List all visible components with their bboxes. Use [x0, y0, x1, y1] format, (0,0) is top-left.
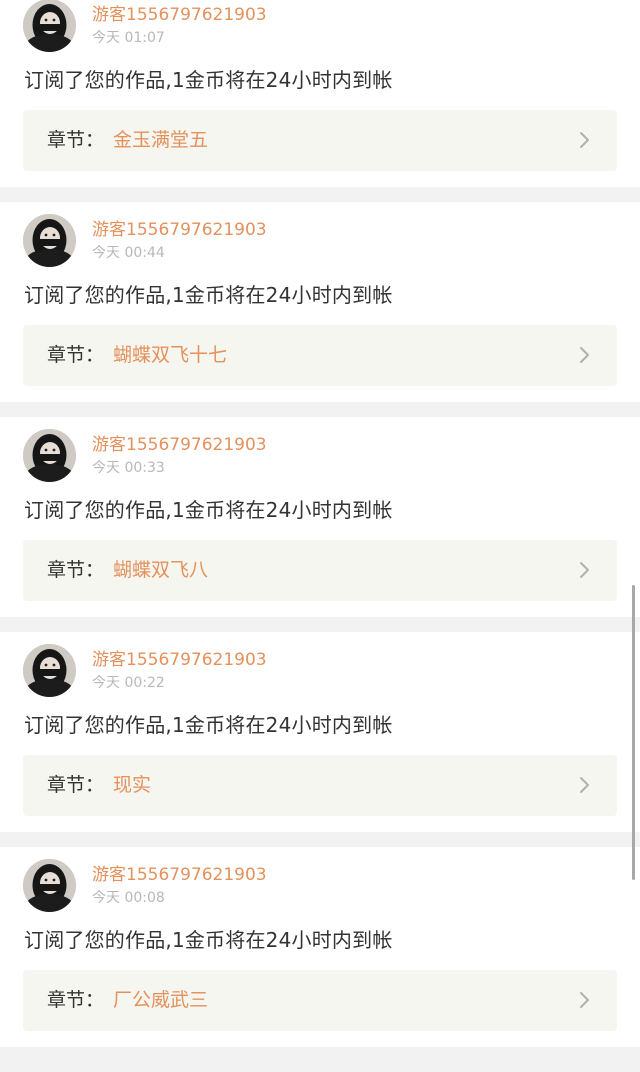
- timestamp: 今天 00:22: [92, 675, 165, 691]
- chevron-right-icon: [580, 132, 589, 148]
- username[interactable]: 游客1556797621903: [92, 649, 267, 671]
- scrollbar[interactable]: [632, 585, 635, 880]
- timestamp: 今天 00:08: [92, 890, 165, 906]
- subscription-card: 游客1556797621903 今天 00:33 订阅了您的作品,1金币将在24…: [0, 417, 640, 617]
- user-avatar[interactable]: [23, 0, 76, 52]
- chapter-link[interactable]: 章节： 金玉满堂五: [23, 110, 617, 171]
- username[interactable]: 游客1556797621903: [92, 434, 267, 456]
- chapter-label: 章节：: [47, 344, 105, 366]
- subscription-message: 订阅了您的作品,1金币将在24小时内到帐: [24, 928, 393, 952]
- avatar-photo-icon: [23, 214, 76, 267]
- user-avatar[interactable]: [23, 859, 76, 912]
- chapter-link[interactable]: 章节： 蝴蝶双飞十七: [23, 325, 617, 386]
- chapter-label: 章节：: [47, 559, 105, 581]
- timestamp: 今天 00:33: [92, 460, 165, 476]
- avatar-photo-icon: [23, 429, 76, 482]
- username[interactable]: 游客1556797621903: [92, 4, 267, 26]
- chapter-title: 蝴蝶双飞八: [113, 559, 209, 581]
- user-avatar[interactable]: [23, 214, 76, 267]
- chapter-title: 厂公威武三: [113, 989, 209, 1011]
- chapter-label: 章节：: [47, 989, 105, 1011]
- chevron-right-icon: [580, 777, 589, 793]
- chapter-title: 现实: [113, 774, 152, 796]
- avatar-photo-icon: [23, 644, 76, 697]
- chapter-link[interactable]: 章节： 蝴蝶双飞八: [23, 540, 617, 601]
- username[interactable]: 游客1556797621903: [92, 219, 267, 241]
- subscription-message: 订阅了您的作品,1金币将在24小时内到帐: [24, 283, 393, 307]
- chapter-title: 金玉满堂五: [113, 129, 209, 151]
- subscription-feed: 游客1556797621903 今天 01:07 订阅了您的作品,1金币将在24…: [0, 0, 640, 1062]
- subscription-message: 订阅了您的作品,1金币将在24小时内到帐: [24, 713, 393, 737]
- avatar-photo-icon: [23, 0, 76, 52]
- avatar-photo-icon: [23, 859, 76, 912]
- subscription-card: 游客1556797621903 今天 00:22 订阅了您的作品,1金币将在24…: [0, 632, 640, 832]
- subscription-card: 游客1556797621903 今天 00:08 订阅了您的作品,1金币将在24…: [0, 847, 640, 1047]
- chapter-link[interactable]: 章节： 现实: [23, 755, 617, 816]
- timestamp: 今天 00:44: [92, 245, 165, 261]
- chapter-title: 蝴蝶双飞十七: [113, 344, 228, 366]
- subscription-message: 订阅了您的作品,1金币将在24小时内到帐: [24, 498, 393, 522]
- timestamp: 今天 01:07: [92, 30, 165, 46]
- chevron-right-icon: [580, 347, 589, 363]
- user-avatar[interactable]: [23, 429, 76, 482]
- subscription-card: 游客1556797621903 今天 01:07 订阅了您的作品,1金币将在24…: [0, 0, 640, 187]
- user-avatar[interactable]: [23, 644, 76, 697]
- subscription-card: 游客1556797621903 今天 00:44 订阅了您的作品,1金币将在24…: [0, 202, 640, 402]
- chevron-right-icon: [580, 992, 589, 1008]
- chapter-label: 章节：: [47, 774, 105, 796]
- chapter-link[interactable]: 章节： 厂公威武三: [23, 970, 617, 1031]
- chevron-right-icon: [580, 562, 589, 578]
- chapter-label: 章节：: [47, 129, 105, 151]
- subscription-message: 订阅了您的作品,1金币将在24小时内到帐: [24, 68, 393, 92]
- username[interactable]: 游客1556797621903: [92, 864, 267, 886]
